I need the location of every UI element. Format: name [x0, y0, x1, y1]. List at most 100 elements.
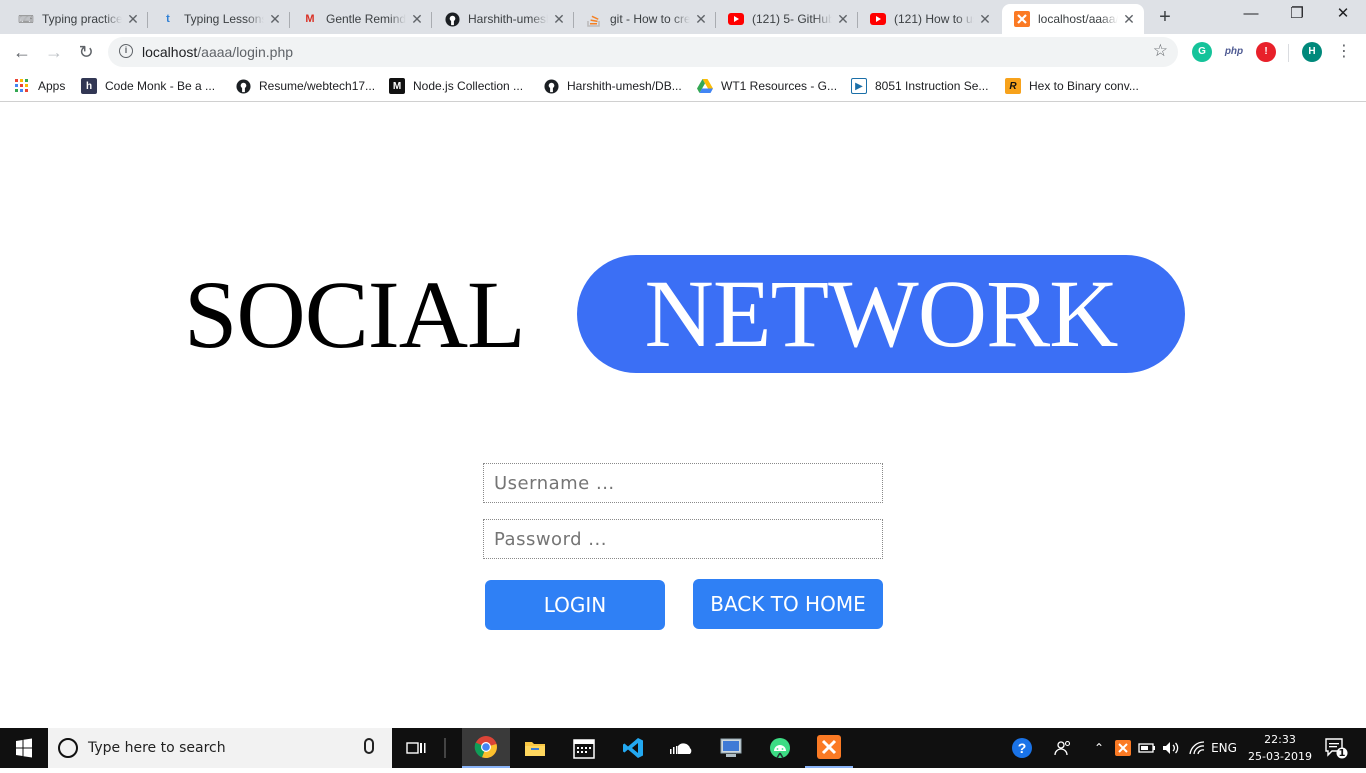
tab-title: localhost/aaaa/login.php — [1038, 12, 1118, 26]
site-info-icon[interactable]: i — [119, 44, 133, 58]
vscode-icon[interactable] — [609, 728, 657, 768]
typing-practice-icon: ⌨ — [18, 13, 34, 26]
volume-icon[interactable] — [1160, 728, 1184, 768]
hackerearth-icon: h — [81, 78, 97, 94]
close-tab-icon[interactable]: ✕ — [410, 11, 424, 28]
youtube-icon — [870, 11, 886, 27]
tab-title: Harshith-umesh — [468, 12, 548, 26]
taskbar-search[interactable]: Type here to search — [48, 728, 392, 768]
bookmark-nodejs-collection[interactable]: M Node.js Collection ... — [389, 76, 523, 96]
close-tab-icon[interactable]: ✕ — [1122, 11, 1136, 28]
back-to-home-button[interactable]: BACK TO HOME — [693, 579, 883, 629]
bookmark-apps[interactable]: Apps — [14, 76, 65, 96]
bookmark-code-monk[interactable]: h Code Monk - Be a ... — [81, 76, 215, 96]
password-input[interactable] — [483, 519, 883, 559]
close-tab-icon[interactable]: ✕ — [694, 11, 708, 28]
google-drive-icon — [697, 78, 713, 94]
soundcloud-icon[interactable] — [658, 728, 706, 768]
logo-social-text: SOCIAL — [184, 261, 526, 368]
menu-kebab-icon[interactable]: ⋮ — [1336, 44, 1352, 60]
task-view-icon[interactable] — [392, 728, 440, 768]
forward-arrow-icon[interactable]: → — [42, 40, 66, 64]
tab-title: Gentle Reminder — [326, 12, 406, 26]
start-button[interactable] — [0, 728, 48, 768]
address-bar[interactable]: i localhost/aaaa/login.php ☆ — [108, 37, 1178, 67]
wifi-icon[interactable] — [1186, 728, 1208, 768]
url-text[interactable]: localhost/aaaa/login.php — [142, 44, 293, 60]
action-center-icon[interactable]: 1 — [1318, 728, 1354, 768]
tab-title: Typing Lessons — [184, 12, 264, 26]
control-panel-icon[interactable] — [707, 728, 755, 768]
windows-taskbar: Type here to search ? ⌃ ENG 22:33 25-03-… — [0, 728, 1366, 768]
bookmark-wt1-resources[interactable]: WT1 Resources - G... — [697, 76, 837, 96]
tab-localhost-login[interactable]: localhost/aaaa/login.php ✕ — [1002, 4, 1144, 34]
gmail-icon: M — [305, 13, 315, 25]
stackoverflow-icon — [586, 11, 602, 27]
tab-harshith-umesh[interactable]: Harshith-umesh ✕ — [432, 4, 574, 34]
profile-avatar[interactable]: H — [1302, 42, 1322, 62]
new-tab-button[interactable]: + — [1154, 6, 1176, 28]
login-button[interactable]: LOGIN — [485, 580, 665, 630]
tab-title: Typing practice — [42, 12, 122, 26]
tab-git-how-to[interactable]: git - How to create ✕ — [574, 4, 716, 34]
bookmark-8051-instruction[interactable]: ▶ 8051 Instruction Se... — [851, 76, 988, 96]
browser-toolbar: ← → ↻ i localhost/aaaa/login.php ☆ G php… — [0, 34, 1366, 70]
notification-count: 1 — [1338, 748, 1346, 759]
back-arrow-icon[interactable]: ← — [10, 40, 34, 64]
tab-youtube-how-to[interactable]: (121) How to use ✕ — [858, 4, 1000, 34]
xampp-taskbar-icon[interactable] — [805, 728, 853, 768]
bookmark-resume-webtech[interactable]: Resume/webtech17... — [235, 76, 375, 96]
tab-title: git - How to create — [610, 12, 690, 26]
medium-icon: M — [389, 78, 405, 94]
chrome-taskbar-icon[interactable] — [462, 728, 510, 768]
calendar-icon[interactable] — [560, 728, 608, 768]
browser-tab-strip: ⌨ Typing practice ✕ t Typing Lessons ✕ M… — [0, 0, 1366, 34]
login-page: SOCIAL NETWORK LOGIN BACK TO HOME — [0, 103, 1366, 728]
apps-grid-icon — [14, 78, 30, 94]
github-icon — [543, 78, 559, 94]
battery-icon[interactable] — [1136, 728, 1158, 768]
github-icon — [235, 78, 251, 94]
tab-title: (121) How to use — [894, 12, 974, 26]
xampp-tray-icon[interactable] — [1112, 728, 1134, 768]
tab-gentle-reminder[interactable]: M Gentle Reminder ✕ — [290, 4, 432, 34]
php-extension-icon[interactable]: php — [1222, 42, 1246, 62]
reload-icon[interactable]: ↻ — [74, 40, 98, 64]
android-studio-icon[interactable] — [756, 728, 804, 768]
tab-youtube-github[interactable]: (121) 5- GitHub ✕ — [716, 4, 858, 34]
windows-logo-icon — [16, 738, 32, 758]
bookmark-harshith-db[interactable]: Harshith-umesh/DB... — [543, 76, 682, 96]
grammarly-icon[interactable]: G — [1192, 42, 1212, 62]
instruction-set-icon: ▶ — [851, 78, 867, 94]
typing-lessons-icon: t — [166, 13, 170, 25]
show-hidden-icons-chevron[interactable]: ⌃ — [1090, 728, 1108, 768]
bookmark-star-icon[interactable]: ☆ — [1153, 41, 1168, 61]
file-explorer-icon[interactable] — [511, 728, 559, 768]
tab-typing-lessons[interactable]: t Typing Lessons ✕ — [148, 4, 290, 34]
bookmark-hex-to-binary[interactable]: R Hex to Binary conv... — [1005, 76, 1139, 96]
youtube-icon — [728, 11, 744, 27]
adblock-icon[interactable]: ! — [1256, 42, 1276, 62]
close-tab-icon[interactable]: ✕ — [836, 11, 850, 28]
help-icon[interactable]: ? — [1008, 728, 1036, 768]
logo-network-pill: NETWORK — [577, 255, 1185, 373]
tab-title: (121) 5- GitHub — [752, 12, 832, 26]
microphone-icon[interactable] — [364, 738, 374, 754]
restore-button[interactable]: ❐ — [1274, 0, 1320, 30]
system-clock[interactable]: 22:33 25-03-2019 — [1240, 731, 1320, 765]
close-tab-icon[interactable]: ✕ — [126, 11, 140, 28]
username-input[interactable] — [483, 463, 883, 503]
xampp-icon — [1014, 11, 1030, 27]
language-indicator[interactable]: ENG — [1208, 728, 1240, 768]
close-tab-icon[interactable]: ✕ — [268, 11, 282, 28]
tab-typing-practice[interactable]: ⌨ Typing practice ✕ — [6, 4, 148, 34]
clock-date: 25-03-2019 — [1248, 750, 1312, 763]
close-tab-icon[interactable]: ✕ — [978, 11, 992, 28]
close-window-button[interactable]: ✕ — [1320, 0, 1366, 30]
cortana-icon — [58, 738, 78, 758]
people-icon[interactable] — [1050, 728, 1076, 768]
search-placeholder: Type here to search — [88, 740, 226, 756]
bookmarks-bar: Apps h Code Monk - Be a ... Resume/webte… — [0, 70, 1366, 102]
close-tab-icon[interactable]: ✕ — [552, 11, 566, 28]
minimize-button[interactable]: — — [1228, 0, 1274, 30]
